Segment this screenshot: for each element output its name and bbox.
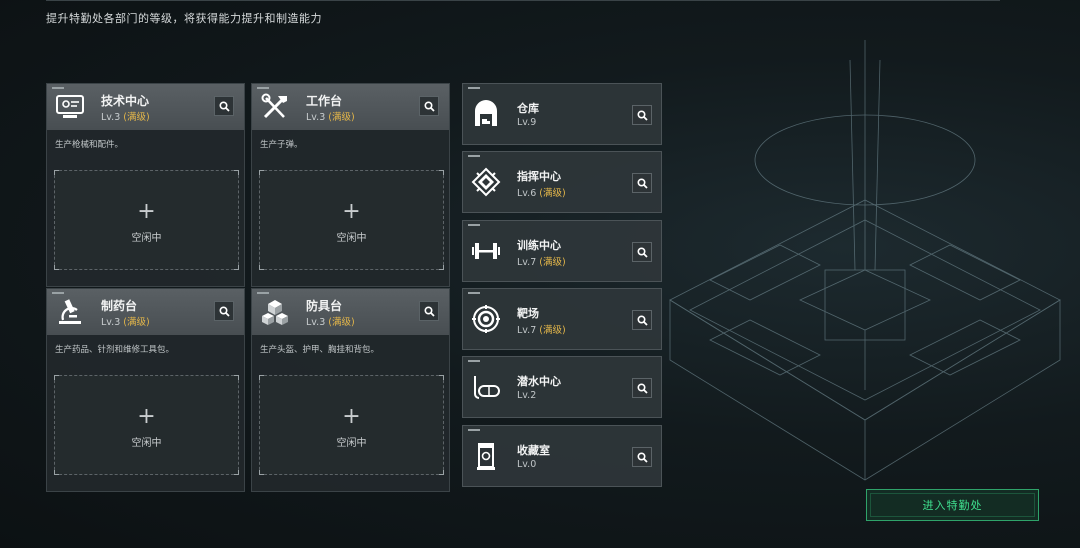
magnifier-icon (636, 246, 648, 258)
room-level: Lv.7 (满级) (517, 257, 566, 268)
magnifier-icon (636, 382, 648, 394)
slot-status: 空闲中 (336, 438, 367, 449)
workshop-name: 制药台 (101, 299, 138, 313)
target-icon (472, 305, 500, 333)
room-card-command-center[interactable]: 指挥中心 Lv.6 (满级) (462, 151, 662, 213)
chip-icon (471, 167, 501, 197)
card-header: 技术中心 Lv.3 (满级) (47, 84, 244, 130)
room-name: 靶场 (517, 307, 539, 320)
workshop-level: Lv.3 (满级) (101, 112, 150, 123)
workshop-description: 生产子弹。 (260, 140, 303, 150)
inspect-button[interactable] (419, 301, 439, 321)
room-level: Lv.0 (517, 459, 537, 470)
diving-mask-icon (474, 376, 500, 399)
room-name: 仓库 (517, 102, 539, 115)
workshop-name: 工作台 (306, 94, 343, 108)
inspect-button[interactable] (632, 447, 652, 467)
inspect-button[interactable] (632, 105, 652, 125)
inspect-button[interactable] (214, 96, 234, 116)
header-tag (468, 155, 480, 157)
header-tag (52, 292, 64, 294)
room-card-collection-room[interactable]: 收藏室 Lv.0 (462, 425, 662, 487)
plus-icon: + (342, 199, 361, 224)
slot-status: 空闲中 (336, 233, 367, 244)
slot-status: 空闲中 (131, 438, 162, 449)
inspect-button[interactable] (632, 378, 652, 398)
warehouse-icon (475, 100, 497, 126)
display-case-icon (477, 443, 495, 470)
workshop-level: Lv.3 (满级) (306, 112, 355, 123)
workshop-name: 技术中心 (101, 94, 150, 108)
room-card-diving-center[interactable]: 潜水中心 Lv.2 (462, 356, 662, 418)
magnifier-icon (636, 451, 648, 463)
room-name: 指挥中心 (517, 170, 561, 183)
card-header: 工作台 Lv.3 (满级) (252, 84, 449, 130)
workshop-description: 生产枪械和配件。 (55, 140, 124, 150)
room-name: 收藏室 (517, 444, 550, 457)
header-tag (468, 360, 480, 362)
room-name: 训练中心 (517, 239, 561, 252)
room-level: Lv.2 (517, 390, 537, 401)
header-tag (468, 87, 480, 89)
workshop-card-pharmacy[interactable]: 制药台 Lv.3 (满级) 生产药品、针剂和维修工具包。 + 空闲中 (46, 288, 245, 492)
plus-icon: + (137, 404, 156, 429)
workshop-card-armor[interactable]: 防具台 Lv.3 (满级) 生产头盔、护甲、胸挂和背包。 + 空闲中 (251, 288, 450, 492)
tools-icon (261, 93, 287, 119)
cubes-icon (262, 300, 288, 325)
header-tag (468, 224, 480, 226)
magnifier-icon (423, 305, 435, 317)
magnifier-icon (636, 177, 648, 189)
top-divider (46, 0, 1000, 1)
slot-status: 空闲中 (131, 233, 162, 244)
room-card-shooting-range[interactable]: 靶场 Lv.7 (满级) (462, 288, 662, 350)
page-subtitle: 提升特勤处各部门的等级，将获得能力提升和制造能力 (46, 12, 322, 25)
inspect-button[interactable] (632, 173, 652, 193)
inspect-button[interactable] (419, 96, 439, 116)
workshop-card-tech-center[interactable]: 技术中心 Lv.3 (满级) 生产枪械和配件。 + 空闲中 (46, 83, 245, 287)
header-tag (468, 429, 480, 431)
inspect-button[interactable] (632, 310, 652, 330)
header-tag (257, 87, 269, 89)
card-header: 制药台 Lv.3 (满级) (47, 289, 244, 335)
computer-icon (56, 95, 84, 118)
inspect-button[interactable] (214, 301, 234, 321)
workshop-description: 生产头盔、护甲、胸挂和背包。 (260, 345, 380, 355)
room-level: Lv.9 (517, 117, 537, 128)
room-card-warehouse[interactable]: 仓库 Lv.9 (462, 83, 662, 145)
enter-button-label: 进入特勤处 (922, 499, 983, 512)
microscope-icon (59, 299, 81, 324)
magnifier-icon (423, 100, 435, 112)
room-card-training-center[interactable]: 训练中心 Lv.7 (满级) (462, 220, 662, 282)
header-tag (468, 292, 480, 294)
enter-special-ops-button[interactable]: 进入特勤处 (866, 489, 1039, 521)
workshop-level: Lv.3 (满级) (306, 317, 355, 328)
inspect-button[interactable] (632, 242, 652, 262)
header-tag (257, 292, 269, 294)
room-level: Lv.7 (满级) (517, 325, 566, 336)
room-level: Lv.6 (满级) (517, 188, 566, 199)
production-slot[interactable]: + 空闲中 (54, 375, 239, 475)
workshop-card-workbench[interactable]: 工作台 Lv.3 (满级) 生产子弹。 + 空闲中 (251, 83, 450, 287)
production-slot[interactable]: + 空闲中 (259, 170, 444, 270)
plus-icon: + (342, 404, 361, 429)
magnifier-icon (636, 314, 648, 326)
workshop-description: 生产药品、针剂和维修工具包。 (55, 345, 175, 355)
base-illustration (669, 40, 1061, 481)
magnifier-icon (218, 305, 230, 317)
card-header: 防具台 Lv.3 (满级) (252, 289, 449, 335)
magnifier-icon (218, 100, 230, 112)
production-slot[interactable]: + 空闲中 (259, 375, 444, 475)
header-tag (52, 87, 64, 89)
production-slot[interactable]: + 空闲中 (54, 170, 239, 270)
magnifier-icon (636, 109, 648, 121)
room-name: 潜水中心 (517, 375, 561, 388)
workshop-name: 防具台 (306, 299, 343, 313)
dumbbell-icon (472, 243, 500, 259)
workshop-level: Lv.3 (满级) (101, 317, 150, 328)
plus-icon: + (137, 199, 156, 224)
